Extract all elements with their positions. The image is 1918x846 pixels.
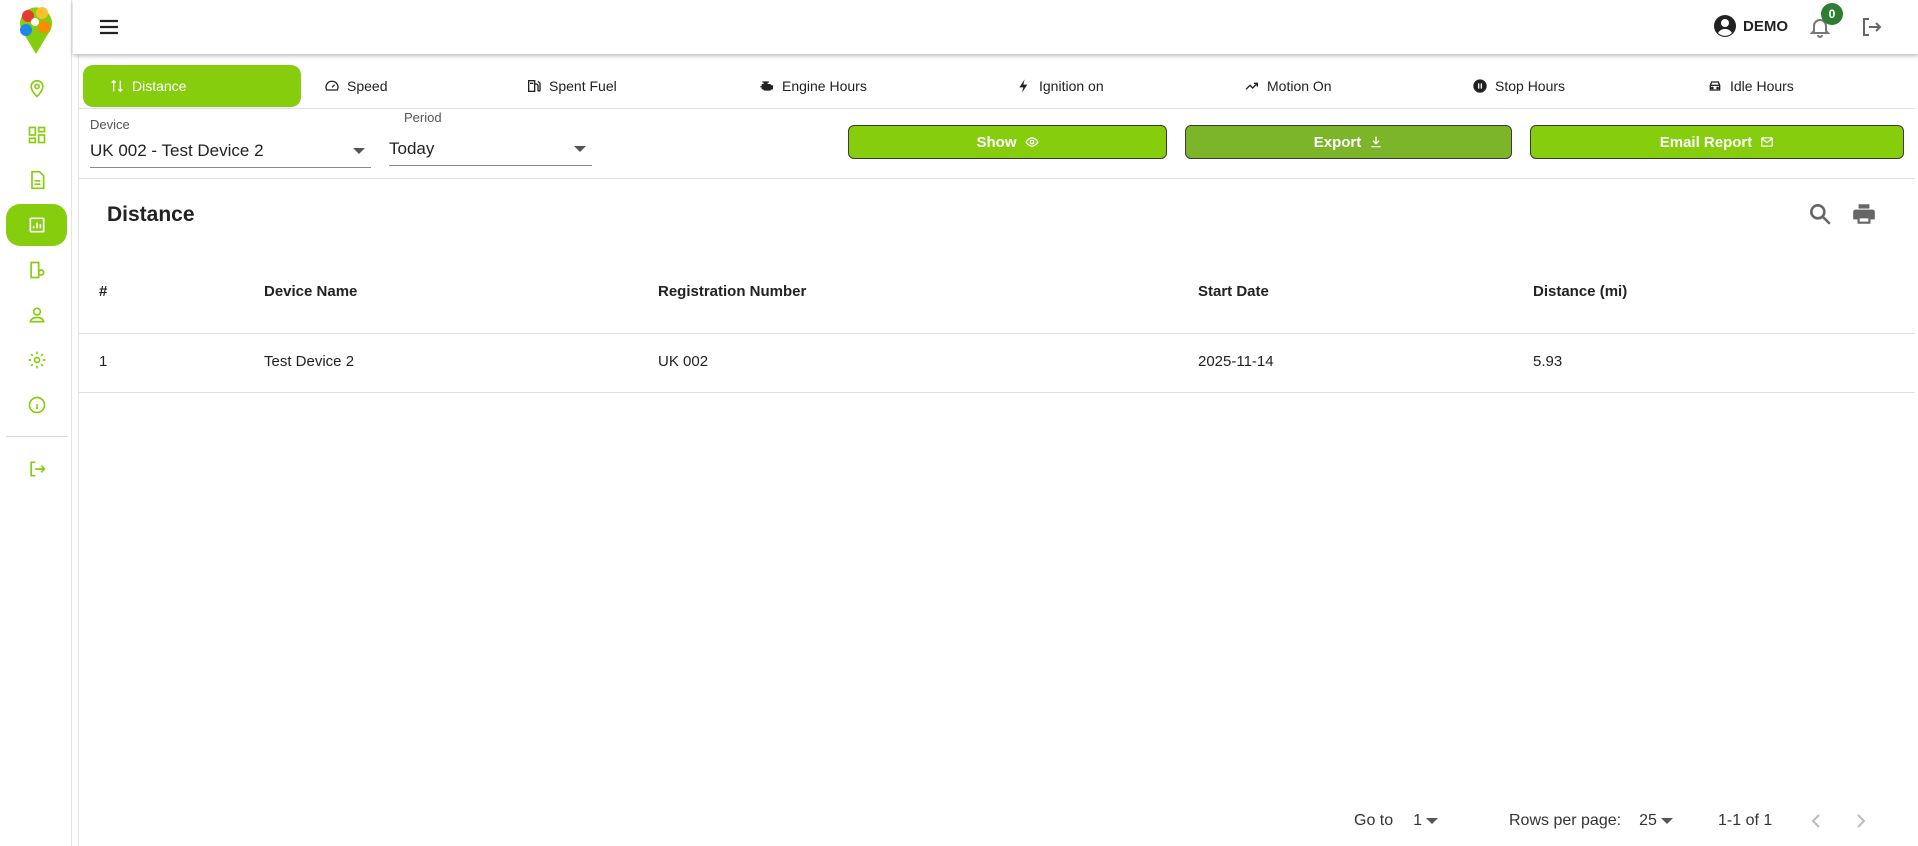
column-header-distance: Distance (mi) — [1533, 283, 1628, 300]
eye-icon — [1024, 137, 1039, 147]
user-icon — [28, 307, 45, 323]
sidebar-divider — [6, 436, 68, 437]
user-name: DEMO — [1743, 17, 1788, 35]
chevron-down-icon — [1660, 818, 1673, 824]
sidebar-item-logout[interactable] — [6, 448, 67, 490]
sidebar-item-info[interactable] — [6, 384, 67, 426]
cell-index: 1 — [99, 353, 108, 370]
dashboard-icon — [28, 126, 45, 144]
distance-icon — [111, 79, 123, 93]
column-header-start-date: Start Date — [1198, 283, 1269, 300]
report-title: Distance — [107, 203, 195, 226]
print-icon[interactable] — [1851, 201, 1877, 227]
sidebar-item-documents[interactable] — [6, 159, 67, 201]
logout-icon — [29, 461, 46, 477]
tab-distance[interactable]: Distance — [83, 65, 301, 107]
goto-label: Go to — [1354, 812, 1394, 829]
tab-ignition-on[interactable]: Ignition on — [1016, 65, 1104, 107]
reports-icon — [29, 217, 44, 233]
report-panel: Distance Speed Spent Fuel Engine Hours I… — [78, 55, 1915, 846]
sidebar-item-users[interactable] — [6, 294, 67, 336]
tab-speed[interactable]: Speed — [324, 65, 387, 107]
account-circle-icon — [1714, 15, 1736, 37]
rows-per-page: Rows per page: 25 — [1509, 812, 1673, 830]
goto-select[interactable]: 1 — [1413, 812, 1439, 830]
device-label: Device — [90, 117, 130, 132]
tab-spent-fuel[interactable]: Spent Fuel — [526, 65, 617, 107]
sidebar-item-settings[interactable] — [6, 339, 67, 381]
row-divider — [79, 392, 1915, 393]
user-menu[interactable]: DEMO — [1713, 14, 1788, 38]
header-divider — [79, 333, 1915, 334]
column-header-device-name: Device Name — [264, 283, 358, 300]
chevron-down-icon — [1426, 818, 1439, 824]
info-icon — [28, 396, 45, 414]
tab-stop-hours[interactable]: Stop Hours — [1472, 65, 1565, 107]
device-select[interactable]: UK 002 - Test Device 2 — [90, 134, 371, 168]
cell-registration: UK 002 — [658, 353, 709, 370]
rows-per-page-label: Rows per page: — [1509, 812, 1622, 829]
top-bar: DEMO 0 — [73, 0, 1918, 54]
tabs-divider — [79, 108, 1915, 109]
trending-up-icon — [1245, 82, 1258, 90]
lightning-icon — [1019, 79, 1028, 93]
period-value: Today — [389, 138, 435, 158]
brand-logo[interactable] — [16, 4, 56, 56]
filters-divider — [79, 178, 1915, 179]
column-header-registration: Registration Number — [658, 283, 807, 300]
page-range: 1-1 of 1 — [1718, 812, 1773, 829]
sidebar-item-map[interactable] — [6, 68, 67, 110]
search-icon[interactable] — [1807, 201, 1833, 227]
rows-per-page-select[interactable]: 25 — [1639, 812, 1673, 830]
device-settings-icon — [29, 261, 45, 279]
next-page-icon[interactable] — [1849, 809, 1873, 833]
chevron-down-icon — [353, 148, 365, 154]
cell-start-date: 2025-11-14 — [1198, 353, 1274, 370]
sidebar — [0, 0, 72, 846]
speedometer-icon — [325, 80, 339, 91]
device-value: UK 002 - Test Device 2 — [90, 140, 264, 160]
tab-idle-hours[interactable]: Idle Hours — [1707, 65, 1794, 107]
hamburger-menu-icon[interactable] — [97, 15, 121, 39]
tab-engine-hours[interactable]: Engine Hours — [759, 65, 867, 107]
previous-page-icon[interactable] — [1804, 809, 1828, 833]
column-header-index: # — [99, 283, 108, 300]
pause-circle-icon — [1473, 79, 1487, 93]
period-select[interactable]: Today — [389, 132, 592, 166]
cell-distance: 5.93 — [1533, 353, 1563, 370]
chevron-down-icon — [574, 146, 586, 152]
goto-page: Go to 1 — [1354, 812, 1439, 830]
tab-motion-on[interactable]: Motion On — [1244, 65, 1332, 107]
download-icon — [1371, 136, 1381, 148]
notification-badge: 0 — [1821, 3, 1843, 25]
cell-device-name: Test Device 2 — [264, 353, 355, 370]
engine-icon — [760, 81, 773, 91]
period-label: Period — [404, 110, 442, 125]
logout-icon[interactable] — [1859, 15, 1883, 39]
location-pin-icon — [29, 79, 44, 98]
mail-icon — [1761, 137, 1774, 147]
sidebar-item-device-settings[interactable] — [6, 249, 67, 291]
export-button[interactable]: Export — [1185, 125, 1512, 159]
sidebar-item-reports[interactable] — [6, 204, 67, 246]
gear-icon — [28, 351, 45, 369]
document-icon — [30, 170, 44, 190]
report-tabs: Distance Speed Spent Fuel Engine Hours I… — [79, 65, 1915, 107]
show-button[interactable]: Show — [848, 125, 1167, 159]
sidebar-item-dashboard[interactable] — [6, 114, 67, 156]
car-icon — [1709, 81, 1721, 91]
email-report-button[interactable]: Email Report — [1530, 125, 1904, 159]
fuel-pump-icon — [528, 80, 541, 92]
